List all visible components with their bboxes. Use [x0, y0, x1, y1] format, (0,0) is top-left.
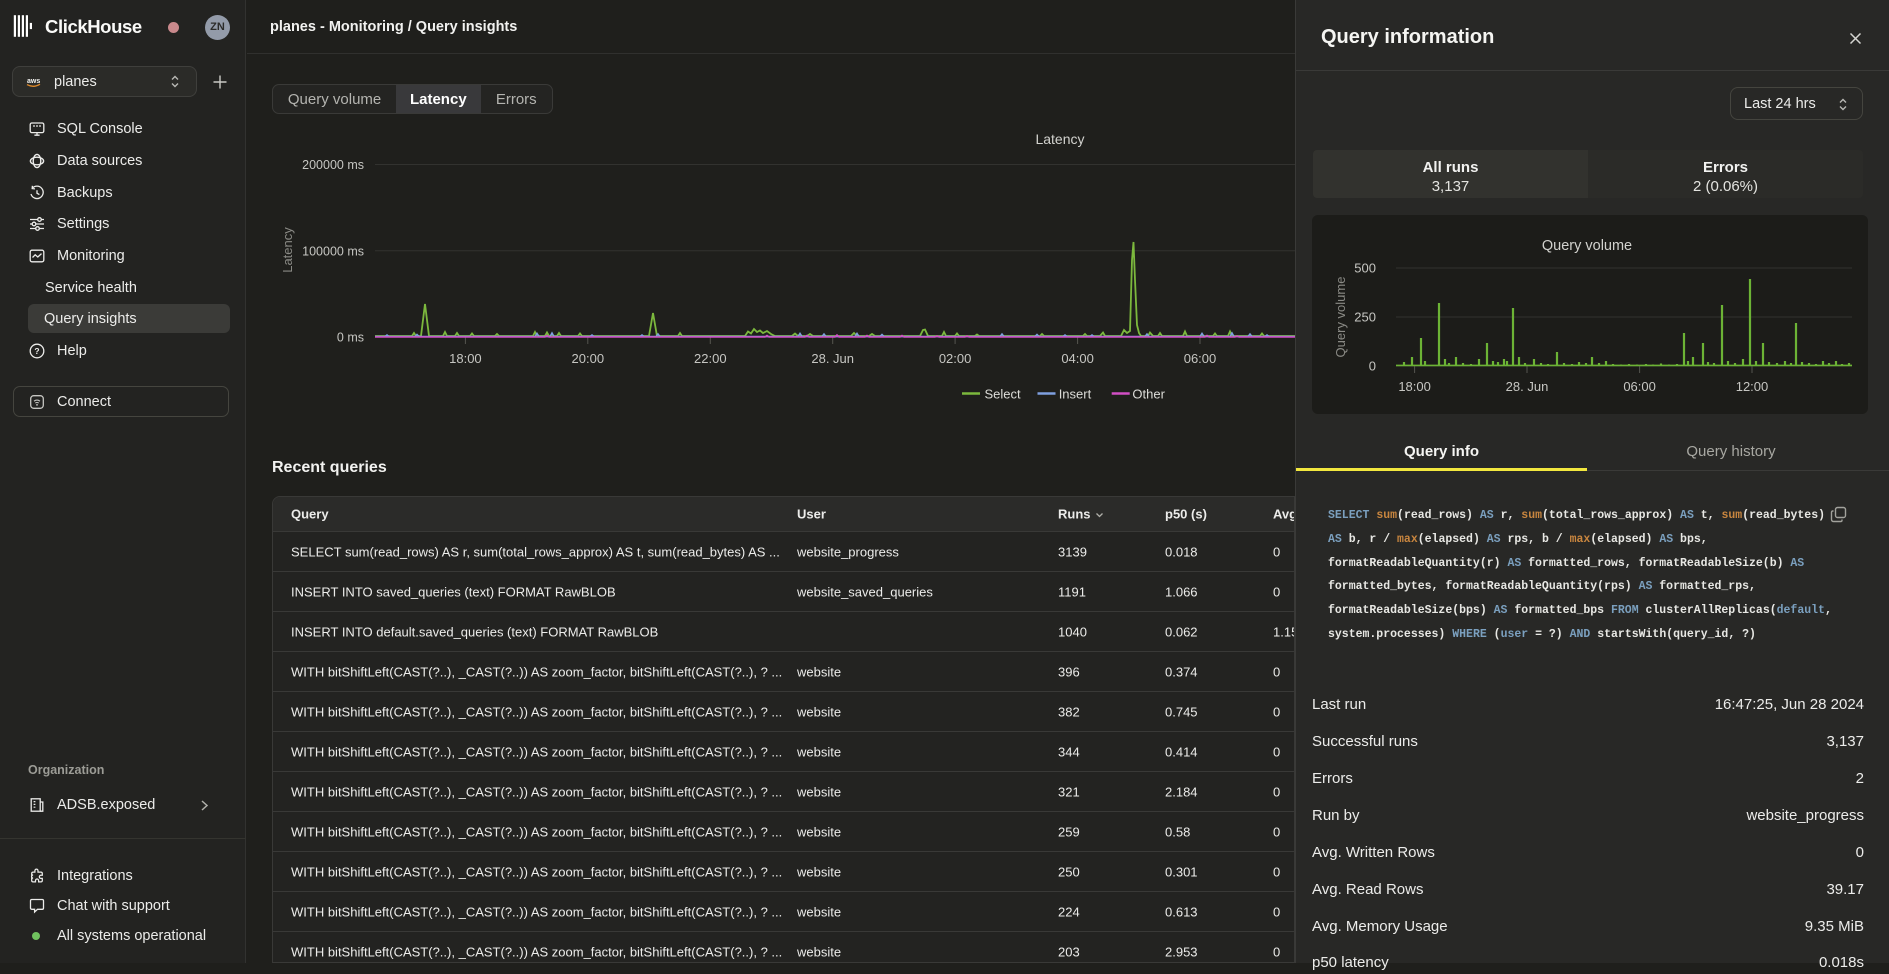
svg-text:500: 500	[1354, 261, 1376, 276]
svg-text:12:00: 12:00	[1736, 379, 1769, 394]
svg-text:Query volume: Query volume	[1333, 277, 1348, 358]
svg-text:?: ?	[34, 346, 39, 356]
svg-text:Select: Select	[985, 387, 1022, 402]
svg-text:Query volume: Query volume	[1542, 238, 1632, 254]
svg-text:22:00: 22:00	[694, 351, 727, 366]
svg-text:aws: aws	[27, 78, 40, 85]
svg-text:18:00: 18:00	[449, 351, 482, 366]
svg-text:Latency: Latency	[1035, 131, 1084, 147]
svg-text:200000 ms: 200000 ms	[302, 158, 364, 172]
svg-text:04:00: 04:00	[1061, 351, 1094, 366]
svg-text:02:00: 02:00	[939, 351, 972, 366]
svg-text:06:00: 06:00	[1184, 351, 1217, 366]
svg-text:250: 250	[1354, 310, 1376, 325]
svg-text:28. Jun: 28. Jun	[1506, 379, 1549, 394]
svg-text:06:00: 06:00	[1623, 379, 1656, 394]
svg-text:18:00: 18:00	[1398, 379, 1431, 394]
svg-text:Other: Other	[1132, 387, 1165, 402]
svg-text:20:00: 20:00	[572, 351, 605, 366]
svg-text:0 ms: 0 ms	[337, 331, 364, 345]
svg-text:100000 ms: 100000 ms	[302, 244, 364, 258]
svg-text:28. Jun: 28. Jun	[811, 351, 854, 366]
svg-text:Latency: Latency	[280, 227, 295, 273]
svg-text:Insert: Insert	[1059, 387, 1092, 402]
svg-text:0: 0	[1369, 359, 1376, 374]
